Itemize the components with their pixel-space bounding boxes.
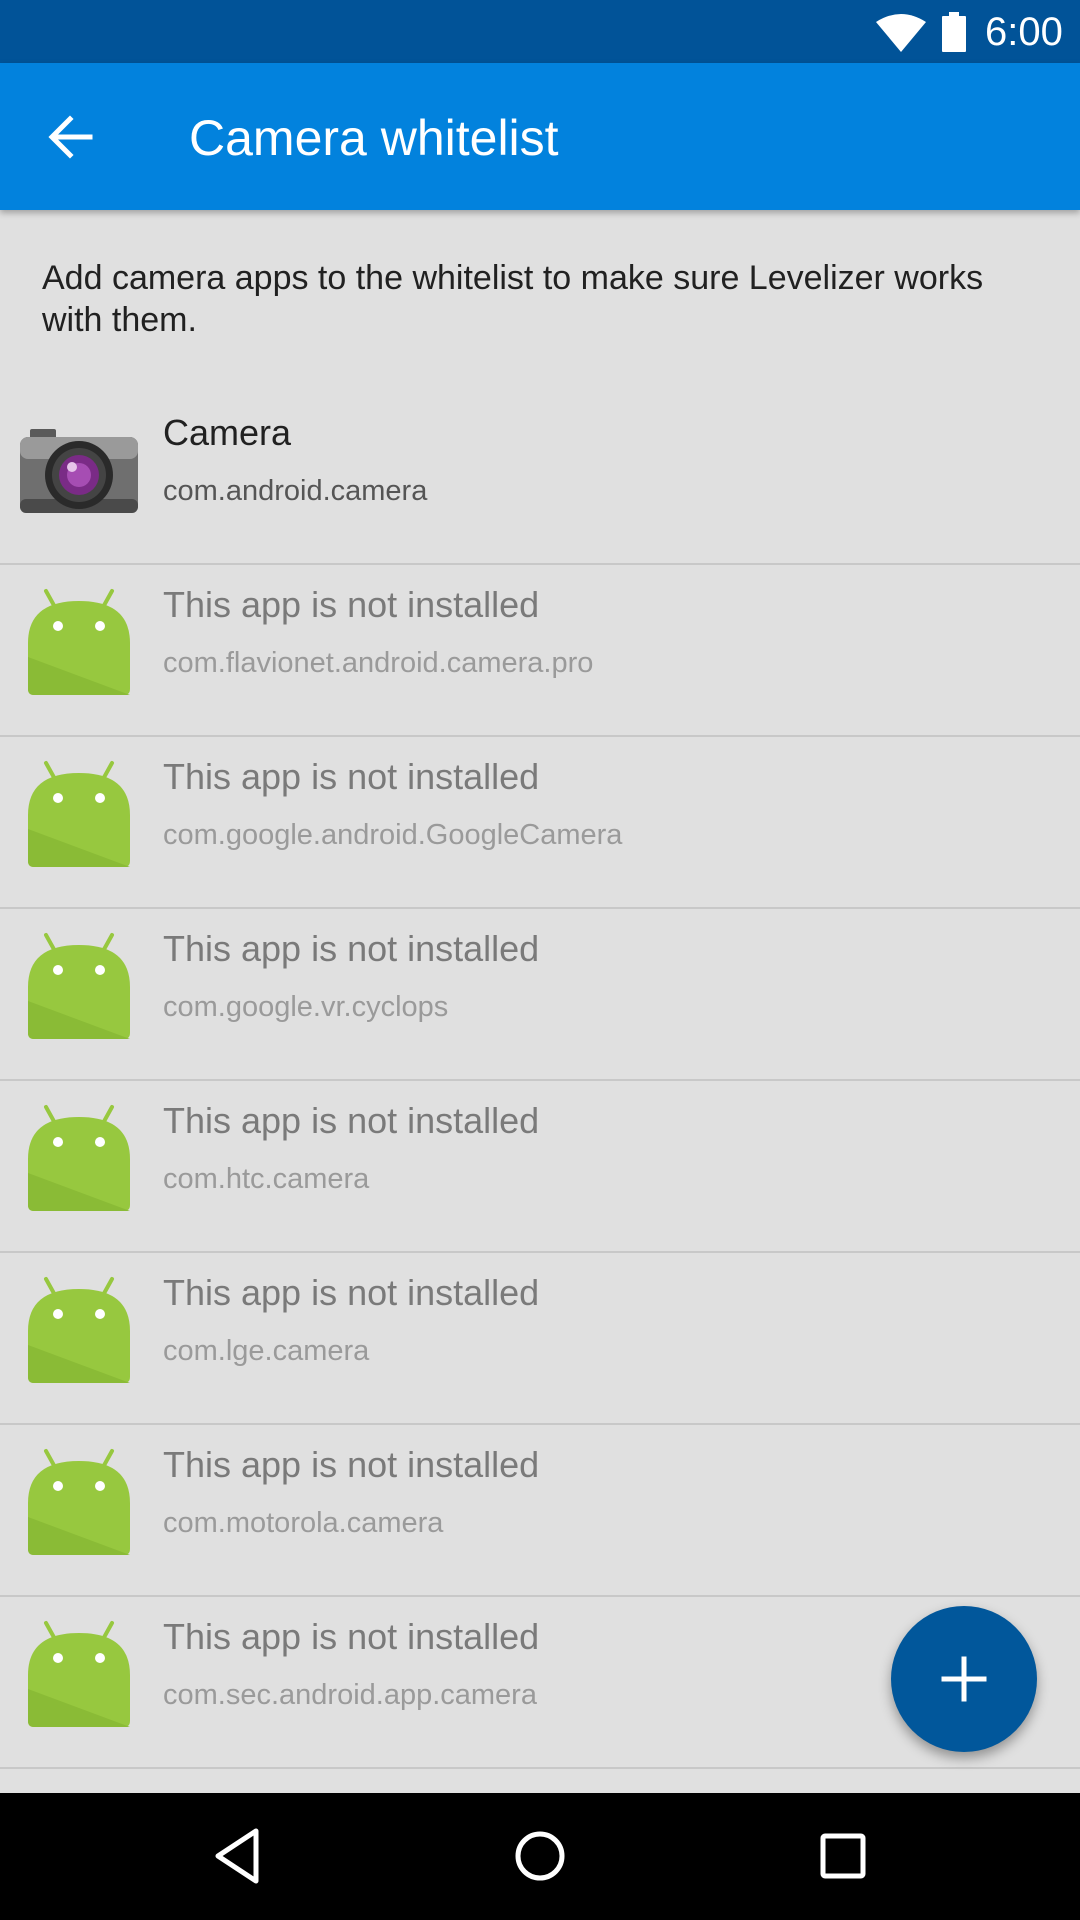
app-package: com.sec.android.app.camera: [163, 1679, 537, 1711]
app-package: com.motorola.camera: [163, 1507, 444, 1539]
list-item[interactable]: This app is not installed com.htc.camera: [0, 1081, 1080, 1253]
app-package: com.google.android.GoogleCamera: [163, 819, 623, 851]
status-bar: 6:00: [0, 0, 1080, 63]
android-robot-icon: [28, 761, 130, 867]
app-name: This app is not installed: [163, 584, 540, 625]
android-robot-icon: [28, 1449, 130, 1555]
list-item[interactable]: This app is not installed com.flavionet.…: [0, 565, 1080, 737]
wifi-icon: [876, 14, 926, 52]
arrow-back-icon[interactable]: [44, 111, 96, 163]
camera-app-icon: [20, 429, 138, 513]
app-name: This app is not installed: [163, 1100, 540, 1141]
home-nav-icon[interactable]: [507, 1823, 573, 1889]
add-icon: [941, 1656, 987, 1702]
battery-icon: [942, 12, 966, 52]
status-clock: 6:00: [985, 10, 1063, 54]
app-package: com.htc.camera: [163, 1163, 370, 1195]
android-robot-icon: [28, 1277, 130, 1383]
list-item[interactable]: [0, 1769, 1080, 1793]
app-name: This app is not installed: [163, 1272, 540, 1313]
app-bar: Camera whitelist: [0, 63, 1080, 210]
app-name: This app is not installed: [163, 928, 540, 969]
recents-nav-icon[interactable]: [810, 1823, 876, 1889]
app-package: com.flavionet.android.camera.pro: [163, 647, 594, 679]
app-package: com.google.vr.cyclops: [163, 991, 449, 1023]
content-area[interactable]: Add camera apps to the whitelist to make…: [0, 210, 1080, 1793]
intro-text: Add camera apps to the whitelist to make…: [42, 259, 984, 339]
android-robot-icon: [18, 1783, 140, 1793]
app-name: This app is not installed: [163, 1616, 540, 1657]
list-item[interactable]: This app is not installed com.google.and…: [0, 737, 1080, 909]
app-name: This app is not installed: [163, 756, 540, 797]
back-nav-icon[interactable]: [204, 1823, 270, 1889]
app-list[interactable]: Camera com.android.camera This app is no…: [0, 393, 1080, 1793]
android-robot-icon: [28, 1105, 130, 1211]
add-app-button[interactable]: [891, 1606, 1037, 1752]
app-name: This app is not installed: [163, 1444, 540, 1485]
navigation-bar: [0, 1793, 1080, 1920]
android-robot-icon: [28, 1621, 130, 1727]
app-name: Camera: [163, 412, 292, 453]
android-robot-icon: [28, 933, 130, 1039]
app-package: com.lge.camera: [163, 1335, 370, 1367]
list-item[interactable]: This app is not installed com.google.vr.…: [0, 909, 1080, 1081]
list-item[interactable]: This app is not installed com.lge.camera: [0, 1253, 1080, 1425]
list-item[interactable]: This app is not installed com.motorola.c…: [0, 1425, 1080, 1597]
screen: 6:00 Camera whitelist Add camera apps to…: [0, 0, 1080, 1920]
app-package: com.android.camera: [163, 475, 428, 507]
page-title: Camera whitelist: [189, 110, 559, 166]
list-item[interactable]: Camera com.android.camera: [0, 393, 1080, 565]
android-robot-icon: [28, 589, 130, 695]
